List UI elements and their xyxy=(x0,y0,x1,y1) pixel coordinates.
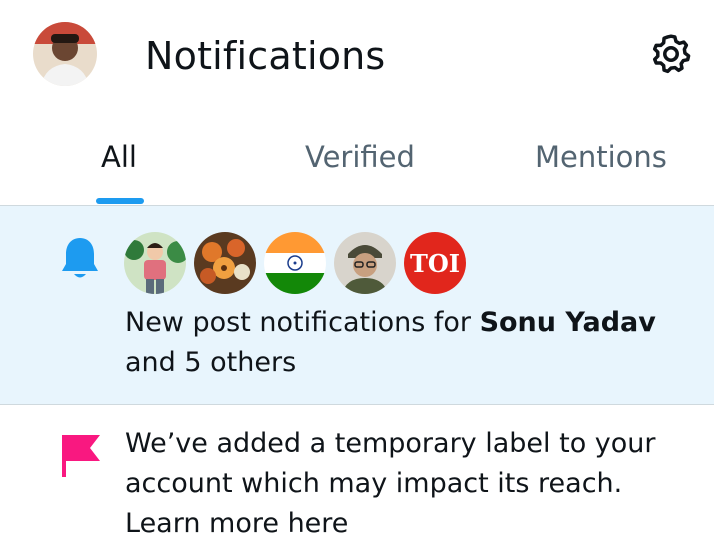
sonu-yadav-avatar[interactable] xyxy=(124,232,186,294)
soldier-avatar[interactable] xyxy=(334,232,396,294)
gear-icon[interactable] xyxy=(649,32,693,76)
profile-avatar[interactable] xyxy=(33,22,97,86)
learn-more-link[interactable]: Learn more here xyxy=(125,504,348,544)
warning-text-line1: We’ve added a temporary label to your xyxy=(125,428,656,459)
notification-prefix: New post notifications for xyxy=(125,307,480,338)
top-bar: Notifications xyxy=(0,0,714,112)
page-title: Notifications xyxy=(145,34,386,78)
active-tab-indicator xyxy=(96,198,144,204)
notification-new-posts[interactable]: TOI New post notifications for Sonu Yada… xyxy=(0,206,714,405)
flowers-avatar[interactable] xyxy=(194,232,256,294)
tab-all[interactable]: All xyxy=(101,140,137,174)
notification-text-line2: and 5 others xyxy=(125,347,297,378)
warning-text-line2: account which may impact its reach. xyxy=(125,468,623,499)
notification-text-line1: New post notifications for Sonu Yadav xyxy=(125,303,656,343)
tab-verified[interactable]: Verified xyxy=(305,140,415,174)
tab-mentions[interactable]: Mentions xyxy=(535,140,667,174)
tab-bar: All Verified Mentions xyxy=(0,112,714,206)
notification-account-name[interactable]: Sonu Yadav xyxy=(480,307,656,338)
flag-icon xyxy=(60,433,102,479)
bell-icon xyxy=(60,236,100,280)
toi-avatar[interactable]: TOI xyxy=(404,232,466,294)
toi-avatar-text: TOI xyxy=(410,249,460,278)
india-flag-avatar[interactable] xyxy=(264,232,326,294)
notification-label-warning[interactable]: We’ve added a temporary label to your ac… xyxy=(0,405,714,558)
